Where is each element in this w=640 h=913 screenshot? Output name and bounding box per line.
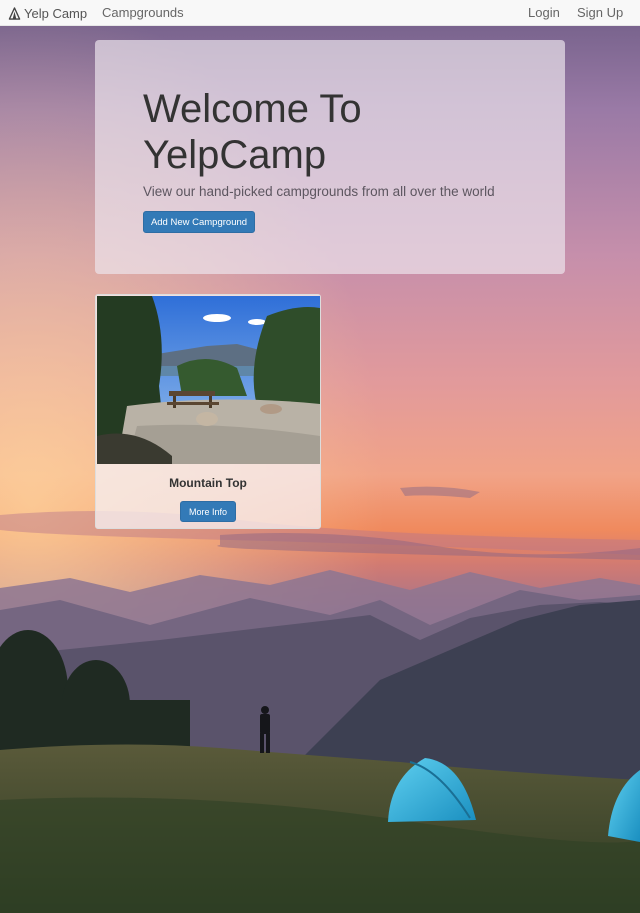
tent-icon [8,6,21,20]
jumbotron: Welcome To YelpCamp View our hand-picked… [95,40,565,274]
navbar: Yelp Camp Campgrounds Login Sign Up [0,0,640,26]
more-info-button[interactable]: More Info [180,501,236,522]
page-subtitle: View our hand-picked campgrounds from al… [143,184,495,199]
campground-card: Mountain Top More Info [95,294,321,529]
campground-image [97,296,320,464]
nav-link-signup[interactable]: Sign Up [577,5,623,20]
nav-link-login[interactable]: Login [528,5,560,20]
nav-link-campgrounds[interactable]: Campgrounds [102,5,184,20]
page-title: Welcome To YelpCamp [143,87,362,177]
brand-label: Yelp Camp [24,5,88,21]
navbar-brand[interactable]: Yelp Camp [8,4,87,22]
add-new-campground-button[interactable]: Add New Campground [143,211,255,233]
campground-name: Mountain Top [169,476,247,490]
